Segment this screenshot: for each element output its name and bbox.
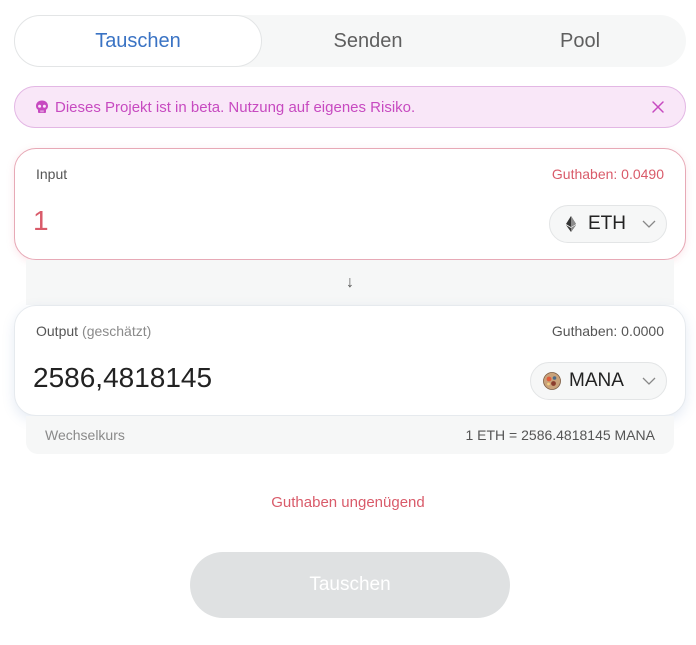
tab-bar: Tauschen Senden Pool bbox=[14, 15, 686, 67]
output-token-selector[interactable]: MANA bbox=[530, 362, 667, 400]
output-label: Output (geschätzt) bbox=[36, 323, 151, 339]
output-amount-field[interactable]: 2586,4818145 bbox=[33, 362, 212, 394]
tab-pool[interactable]: Pool bbox=[474, 15, 686, 67]
chevron-down-icon bbox=[642, 220, 656, 228]
output-balance: Guthaben: 0.0000 bbox=[551, 323, 664, 339]
tab-senden[interactable]: Senden bbox=[262, 15, 474, 67]
ethereum-icon bbox=[566, 216, 576, 232]
output-label-sub: (geschätzt) bbox=[82, 323, 152, 339]
close-icon[interactable] bbox=[651, 100, 665, 114]
input-panel: Input Guthaben: 0.0490 1 ETH bbox=[14, 148, 686, 260]
input-token-symbol: ETH bbox=[588, 213, 626, 234]
banner-text: Dieses Projekt ist in beta. Nutzung auf … bbox=[55, 98, 416, 116]
input-balance[interactable]: Guthaben: 0.0490 bbox=[552, 166, 664, 182]
chevron-down-icon bbox=[642, 377, 656, 385]
input-token-selector[interactable]: ETH bbox=[549, 205, 667, 243]
exchange-rate-label: Wechselkurs bbox=[45, 427, 125, 443]
tab-tauschen[interactable]: Tauschen bbox=[14, 15, 262, 67]
exchange-rate-row: Wechselkurs 1 ETH = 2586.4818145 MANA bbox=[26, 416, 674, 454]
arrow-down-icon[interactable]: ↓ bbox=[346, 274, 354, 292]
exchange-rate-value: 1 ETH = 2586.4818145 MANA bbox=[465, 427, 655, 443]
output-token-symbol: MANA bbox=[569, 370, 624, 391]
output-panel: Output (geschätzt) Guthaben: 0.0000 2586,… bbox=[14, 305, 686, 416]
input-label: Input bbox=[36, 166, 68, 182]
switch-direction-band: ↓ bbox=[26, 260, 674, 305]
input-amount-field[interactable]: 1 bbox=[33, 205, 49, 237]
output-label-text: Output bbox=[36, 323, 79, 339]
beta-warning-banner: Dieses Projekt ist in beta. Nutzung auf … bbox=[14, 86, 686, 128]
mana-icon bbox=[543, 372, 561, 390]
insufficient-balance-warning: Guthaben ungenügend bbox=[271, 494, 425, 511]
swap-button[interactable]: Tauschen bbox=[190, 552, 510, 618]
skull-icon bbox=[36, 100, 48, 113]
